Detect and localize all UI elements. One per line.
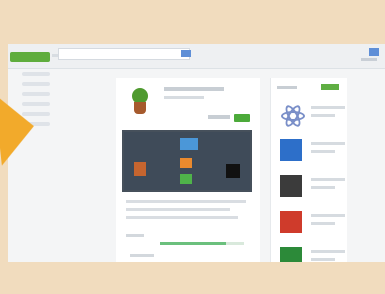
plant-pot-icon (134, 102, 146, 114)
photo-frame (0, 0, 385, 294)
similar-app-meta (311, 186, 335, 189)
similar-app-item[interactable] (279, 246, 345, 262)
install-label (208, 115, 230, 119)
see-more-button[interactable] (321, 84, 339, 90)
similar-app-title (311, 142, 345, 145)
similar-apps-panel (270, 78, 347, 262)
similar-app-item[interactable] (279, 210, 345, 234)
preview-blue-tile (180, 138, 198, 150)
similar-app-item[interactable] (279, 102, 345, 129)
preview-dark-tile (226, 164, 240, 178)
red-square-icon (279, 210, 303, 234)
preview-brown-tile (134, 162, 146, 176)
similar-app-meta (311, 114, 335, 117)
media-preview[interactable] (122, 130, 252, 192)
top-bar (8, 44, 385, 69)
app-subtitle-text (164, 96, 204, 99)
similar-app-title (311, 178, 345, 181)
similar-app-item[interactable] (279, 138, 345, 162)
similar-app-title (311, 214, 345, 217)
atom-icon (279, 102, 305, 129)
app-icon (126, 86, 154, 114)
similar-app-meta (311, 258, 335, 261)
similar-apps-heading (277, 86, 297, 89)
store-logo-button[interactable] (10, 52, 50, 62)
rating-bar-fill (160, 242, 226, 245)
browser-screenshot (8, 44, 385, 262)
similar-app-meta (311, 150, 335, 153)
similar-app-item[interactable] (279, 174, 345, 198)
left-nav-item[interactable] (22, 82, 50, 86)
install-button[interactable] (234, 114, 250, 122)
similar-app-title (311, 106, 345, 109)
preview-green-tile (180, 174, 192, 184)
left-nav-item[interactable] (22, 72, 50, 76)
rating-bar (160, 242, 244, 245)
description-line (126, 200, 246, 203)
blue-square-icon (279, 138, 303, 162)
atom-orbit (282, 103, 304, 129)
similar-app-title (311, 250, 345, 253)
search-input[interactable] (58, 48, 191, 60)
bottom-band (0, 262, 385, 294)
dark-square-icon (279, 174, 303, 198)
description-line (126, 208, 230, 211)
app-details-card (116, 78, 260, 262)
app-title-text (164, 87, 224, 91)
reviews-label (130, 254, 154, 257)
green-square-icon (279, 246, 303, 262)
similar-app-meta (311, 222, 335, 225)
search-button[interactable] (181, 50, 191, 57)
account-text (361, 58, 377, 61)
description-line (126, 216, 238, 219)
rating-label (126, 234, 144, 237)
account-icon[interactable] (369, 48, 379, 56)
preview-orange-tile (180, 158, 192, 168)
